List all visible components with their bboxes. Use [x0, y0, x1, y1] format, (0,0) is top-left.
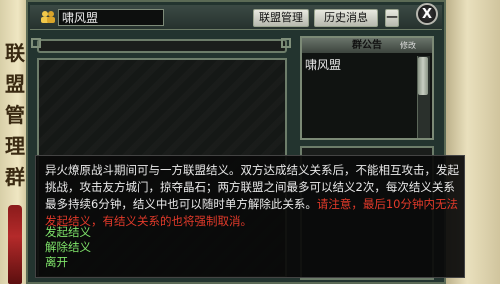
side-title-char: 理 — [5, 134, 25, 158]
red-tassel — [8, 205, 22, 284]
dissolve-alliance-link[interactable]: 解除结义 — [45, 240, 91, 255]
history-messages-button[interactable]: 历史消息 — [314, 9, 378, 27]
minimize-button[interactable]: 一 — [385, 9, 399, 27]
alliance-manage-button[interactable]: 联盟管理 — [253, 9, 309, 27]
side-title-char: 盟 — [5, 72, 25, 96]
group-notice-content: 啸风盟 — [305, 58, 342, 72]
chat-input-bar — [37, 39, 287, 53]
start-alliance-link[interactable]: 发起结义 — [45, 225, 91, 240]
alliance-name-field: 啸风盟 — [58, 9, 164, 26]
leave-link[interactable]: 离开 — [45, 255, 68, 270]
side-title-char: 群 — [5, 165, 25, 189]
edit-notice-button[interactable]: 修改 — [400, 40, 416, 51]
notice-scroll-thumb[interactable] — [418, 57, 428, 95]
tooltip-text: 异火燎原战斗期间可与一方联盟结义。双方达成结义关系后，不能相互攻击，发起挑战，攻… — [45, 162, 463, 230]
corner-ornament — [31, 38, 41, 48]
corner-ornament — [281, 38, 291, 48]
side-title-char: 联 — [5, 41, 25, 65]
side-title: 联 盟 管 理 群 — [3, 38, 27, 193]
two-people-icon — [41, 11, 55, 23]
side-title-char: 管 — [5, 103, 25, 127]
close-button[interactable]: X — [416, 3, 438, 25]
